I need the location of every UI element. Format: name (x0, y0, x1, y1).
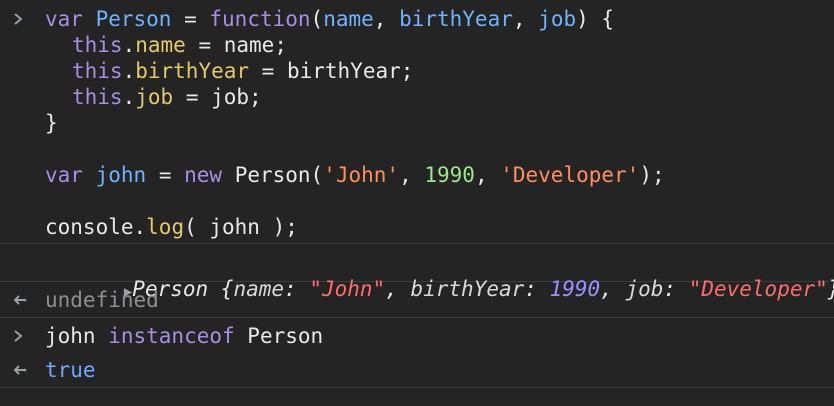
logged-object-preview[interactable]: ▶Person {name: "John", birthYear: 1990, … (0, 250, 834, 301)
code-line: } (45, 111, 58, 135)
code-line: this.job = job; (72, 85, 262, 109)
devtools-console: var Person = function(name, birthYear, j… (0, 0, 834, 406)
console-return-entry: true (0, 353, 834, 387)
entry-divider (0, 387, 834, 388)
console-log-output[interactable]: ▶Person {name: "John", birthYear: 1990, … (0, 244, 834, 301)
code-line: this.name = name; (72, 33, 287, 57)
code-line: var john = new Person('John', 1990, 'Dev… (45, 163, 665, 187)
console-input-entry[interactable]: john instanceof Person (0, 318, 834, 353)
return-value: true (45, 358, 96, 382)
console-input-entry[interactable]: var Person = function(name, birthYear, j… (0, 0, 834, 240)
code-line: this.birthYear = birthYear; (72, 59, 414, 83)
code-line: var Person = function(name, birthYear, j… (45, 7, 615, 31)
code-line: john instanceof Person (45, 324, 324, 348)
return-value: undefined (45, 288, 159, 312)
code-line: console.log( john ); (45, 215, 298, 239)
console-return-entry: undefined (0, 282, 834, 317)
